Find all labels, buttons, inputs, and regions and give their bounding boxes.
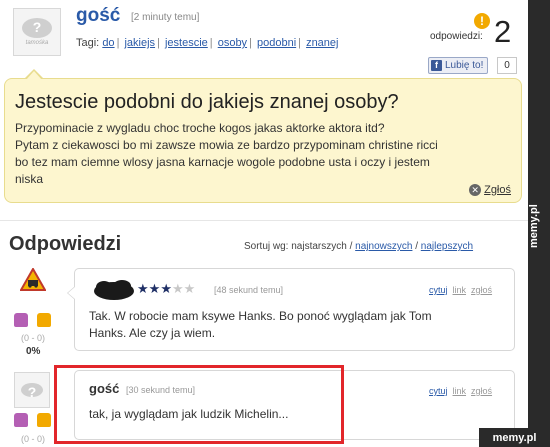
tag-link[interactable]: do: [102, 37, 114, 49]
answers-count-label: odpowiedzi:: [430, 31, 483, 42]
report-link[interactable]: zgłoś: [471, 386, 492, 396]
avatar-placeholder-icon: [21, 383, 43, 400]
question-avatar[interactable]: tamośka: [13, 8, 61, 56]
star-half-icon: ★: [160, 281, 172, 296]
report-link[interactable]: zgłoś: [471, 285, 492, 295]
avatar-caption: tamośka: [25, 40, 49, 46]
answer-actions: cytuj link zgłoś: [429, 386, 492, 396]
answer-pointer-fill: [68, 287, 75, 299]
close-circle-icon: ✕: [469, 184, 482, 196]
like-count: 0: [497, 57, 517, 74]
question-title: Jestescie podobni do jakiejs znanej osob…: [15, 91, 399, 113]
tag-link[interactable]: jakiejs: [124, 37, 155, 49]
thumbs-down-icon[interactable]: [37, 413, 51, 427]
tag-link[interactable]: jestescie: [165, 37, 208, 49]
vote-percent: 0%: [26, 346, 41, 357]
answer-time: [48 sekund temu]: [214, 285, 284, 295]
rating-stars: ★★★★★: [137, 281, 195, 297]
answer-text: Tak. W robocie mam ksywe Hanks. Bo ponoć…: [89, 308, 432, 342]
sort-newest-link[interactable]: najnowszych: [355, 241, 412, 252]
facebook-icon: f: [431, 60, 442, 71]
answer-text-line: Hanks. Ale czy ja wiem.: [89, 326, 216, 340]
link-link[interactable]: link: [453, 285, 467, 295]
warning-sign-avatar[interactable]: [20, 268, 46, 292]
user-avatar-blob[interactable]: [92, 279, 136, 301]
star-icon: ★: [148, 281, 161, 296]
star-icon: ★: [137, 281, 149, 296]
watermark-side-text: memy.pl: [528, 204, 540, 248]
question-author[interactable]: gość: [76, 5, 120, 27]
report-question-button[interactable]: ✕ Zgłoś: [469, 184, 511, 196]
sort-current: najstarszych: [291, 241, 347, 252]
vote-count: (0 - 0): [20, 333, 45, 343]
report-label: Zgłoś: [484, 184, 511, 196]
answer-actions: cytuj link zgłoś: [429, 285, 492, 295]
answers-alert-icon: !: [474, 13, 490, 29]
quote-link[interactable]: cytuj: [429, 386, 448, 396]
sort-best-link[interactable]: najlepszych: [421, 241, 473, 252]
link-link[interactable]: link: [453, 386, 467, 396]
quote-link[interactable]: cytuj: [429, 285, 448, 295]
answer-avatar[interactable]: [14, 372, 50, 408]
question-bubble: Jestescie podobni do jakiejs znanej osob…: [4, 78, 522, 203]
question-body-line: niska: [15, 172, 44, 186]
thumbs-down-icon[interactable]: [37, 313, 51, 327]
question-body-line: Przypominacie z wygladu choc troche kogo…: [15, 121, 385, 135]
star-icon: ★: [171, 281, 184, 296]
thumbs-up-icon[interactable]: [14, 313, 28, 327]
like-label: Lubię to!: [445, 60, 484, 71]
section-divider: [0, 220, 528, 221]
answers-count: 2: [494, 14, 512, 49]
sort-label: Sortuj wg:: [244, 241, 289, 252]
vote-count: (0 - 0): [20, 434, 45, 444]
tags-label: Tagi:: [76, 37, 100, 49]
tag-link[interactable]: osoby: [218, 37, 247, 49]
question-body-line: bo tez mam ciemne wlosy jasna karnacje w…: [15, 155, 430, 169]
answers-heading: Odpowiedzi: [9, 233, 122, 255]
question-time: [2 minuty temu]: [131, 12, 200, 23]
question-bubble-pointer-fill: [26, 71, 42, 80]
tag-list: Tagi: do | jakiejs | jestescie | osoby | pod…: [76, 37, 339, 49]
question-body: Przypominacie z wygladu choc troche kogo…: [15, 120, 510, 188]
tag-link[interactable]: podobni: [257, 37, 296, 49]
star-icon: ★: [183, 281, 196, 296]
answer-text-line: Tak. W robocie mam ksywe Hanks. Bo ponoć…: [89, 309, 432, 323]
sort-options: Sortuj wg: najstarszych / najnowszych / …: [244, 241, 474, 252]
tag-link[interactable]: znanej: [306, 37, 338, 49]
question-body-line: Pytam z ciekawosci bo mi zawsze mowia ze…: [15, 138, 438, 152]
watermark-corner: memy.pl: [479, 428, 550, 447]
facebook-like-button[interactable]: f Lubię to!: [428, 57, 489, 74]
thumbs-up-icon[interactable]: [14, 413, 28, 427]
highlight-box: [54, 365, 344, 444]
avatar-placeholder-icon: [22, 18, 52, 38]
